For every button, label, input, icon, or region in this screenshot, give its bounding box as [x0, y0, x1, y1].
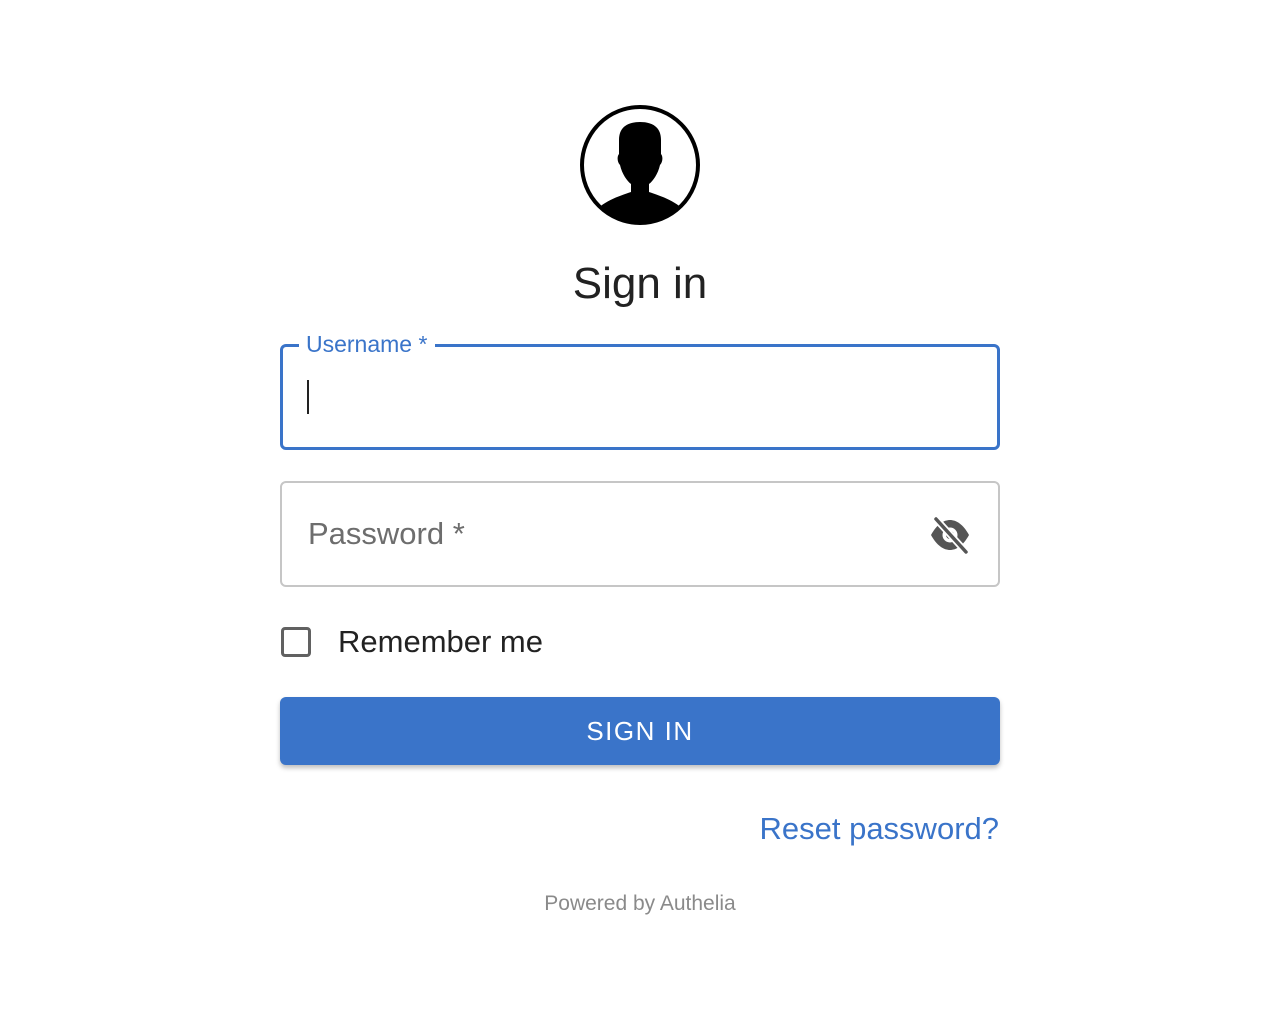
reset-password-link[interactable]: Reset password?: [759, 810, 999, 848]
powered-by-footer: Powered by Authelia: [544, 892, 736, 915]
text-cursor: [307, 380, 309, 414]
remember-me-label[interactable]: Remember me: [338, 624, 543, 660]
remember-me-row[interactable]: Remember me: [281, 624, 543, 660]
sign-in-button[interactable]: SIGN IN: [280, 697, 1000, 765]
remember-me-checkbox[interactable]: [281, 627, 311, 657]
user-avatar-icon: [580, 105, 700, 225]
page-title: Sign in: [572, 259, 708, 308]
eye-off-icon[interactable]: [929, 516, 971, 554]
username-field[interactable]: Username *: [280, 330, 1000, 450]
password-field[interactable]: Password *: [280, 481, 1000, 587]
username-label: Username *: [299, 330, 436, 358]
password-placeholder: Password *: [308, 516, 465, 551]
login-page: Sign in Username * Password * Remember m…: [0, 0, 1280, 1028]
